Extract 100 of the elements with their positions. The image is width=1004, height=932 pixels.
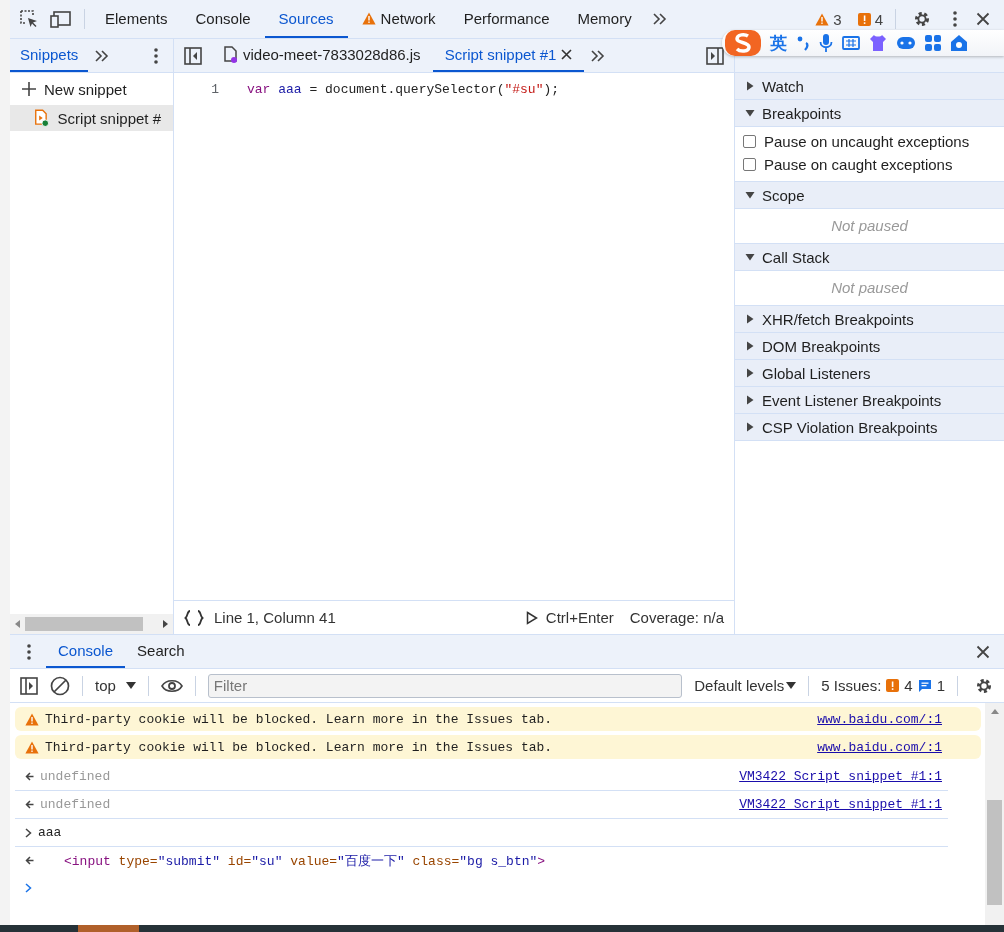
warning-icon (815, 12, 830, 26)
more-icon[interactable] (952, 10, 958, 28)
inspect-icon (20, 10, 38, 28)
error-count: 4 (874, 10, 883, 28)
panel-tab[interactable]: Network (347, 0, 450, 38)
close-icon[interactable] (976, 12, 990, 26)
clear-icon[interactable] (50, 675, 70, 696)
sidebar-toggle-icon[interactable] (20, 676, 38, 695)
punctuation-icon[interactable] (796, 35, 810, 51)
gamepad-icon[interactable] (896, 35, 916, 51)
sidebar-toggle-icon[interactable] (184, 46, 202, 65)
keyboard-icon[interactable] (842, 35, 860, 51)
panel-tab[interactable]: Memory (563, 0, 646, 38)
new-snippet-button[interactable]: New snippet (10, 73, 173, 105)
device-icon (50, 10, 72, 28)
result-value: undefined (40, 797, 111, 812)
file-icon (224, 46, 238, 63)
error-icon (857, 12, 871, 26)
file-tab[interactable]: video-meet-7833028d86.js (212, 39, 433, 72)
panel-tab[interactable]: Console (181, 0, 265, 38)
result-arrow-icon (25, 772, 34, 781)
coverage-label: Coverage: n/a (629, 609, 724, 626)
collapsed-triangle-icon[interactable] (745, 422, 755, 432)
close-icon[interactable] (561, 49, 573, 60)
checkbox-label: Pause on uncaught exceptions (764, 133, 970, 150)
warning-message: Third-party cookie will be blocked. Learn more in the Issues tab. (45, 711, 554, 727)
shirt-icon[interactable] (869, 34, 887, 52)
microphone-icon[interactable] (819, 33, 833, 53)
expanded-triangle-icon[interactable] (745, 190, 755, 200)
drawer-tab[interactable]: Console (46, 635, 126, 668)
expanded-triangle-icon[interactable] (745, 252, 755, 262)
scroll-right-icon[interactable] (162, 619, 170, 629)
caret-icon (786, 681, 797, 690)
snippet-file-icon (34, 108, 50, 128)
cursor-position: Line 1, Column 41 (214, 609, 336, 626)
collapsed-triangle-icon[interactable] (745, 368, 755, 378)
scroll-up-icon[interactable] (989, 707, 1000, 715)
eye-icon[interactable] (160, 678, 183, 693)
filter-field[interactable]: Filter (207, 673, 683, 698)
result-arrow-icon (25, 856, 34, 865)
more-tabs-icon[interactable] (94, 48, 111, 63)
section-header[interactable]: Call Stack (735, 244, 1004, 271)
source-link[interactable]: VM3422 Script snippet #1:1 (739, 769, 942, 784)
source-link[interactable]: www.baidu.com/:1 (817, 711, 942, 727)
close-icon[interactable] (976, 644, 990, 659)
line-number: 1 (210, 82, 220, 97)
warning-count: 3 (833, 10, 842, 28)
more-tabs-icon[interactable] (651, 12, 668, 26)
section-header[interactable]: Breakpoints (735, 100, 1004, 127)
source-link[interactable]: www.baidu.com/:1 (817, 739, 942, 755)
house-icon[interactable] (950, 34, 968, 52)
prompt-icon (25, 882, 32, 893)
source-link[interactable]: VM3422 Script snippet #1:1 (739, 797, 942, 812)
collapsed-triangle-icon[interactable] (745, 81, 755, 91)
context-dropdown[interactable]: top (89, 677, 142, 694)
section-header[interactable]: Global Listeners (735, 360, 1004, 387)
error-icon (886, 679, 900, 692)
panel-tab[interactable]: Elements (91, 0, 182, 38)
input-chevron-icon (25, 827, 32, 838)
checkbox[interactable] (743, 135, 756, 148)
message-icon (917, 679, 932, 692)
scroll-left-icon[interactable] (13, 619, 21, 629)
more-icon[interactable] (26, 642, 32, 661)
settings-icon[interactable] (912, 9, 932, 29)
drawer-tab[interactable]: Search (125, 635, 197, 668)
section-header[interactable]: Watch (735, 73, 1004, 100)
element-node[interactable]: <input type="submit" id="su" value="百度一下" class="bg s_btn"> (64, 853, 546, 869)
levels-dropdown[interactable]: Default levels (688, 677, 803, 694)
grid-icon[interactable] (925, 35, 941, 51)
section-header[interactable]: Scope (735, 182, 1004, 209)
section-header[interactable]: DOM Breakpoints (735, 333, 1004, 360)
section-header[interactable]: XHR/fetch Breakpoints (735, 306, 1004, 333)
ime-logo-icon (725, 29, 761, 57)
scrollbar-thumb[interactable] (25, 617, 143, 631)
collapsed-triangle-icon[interactable] (745, 314, 755, 324)
braces-icon (184, 609, 204, 626)
scrollbar-thumb[interactable] (987, 800, 1002, 905)
more-icon[interactable] (153, 46, 159, 65)
sidebar-toggle-icon[interactable] (706, 46, 724, 65)
run-button[interactable]: Ctrl+Enter (525, 601, 614, 634)
checkbox-label: Pause on caught exceptions (764, 156, 953, 173)
more-tabs-icon[interactable] (590, 48, 607, 63)
input-mode-label[interactable]: 英 (770, 31, 787, 55)
collapsed-triangle-icon[interactable] (745, 341, 755, 351)
caret-icon (125, 681, 136, 690)
checkbox[interactable] (743, 158, 756, 171)
section-header[interactable]: CSP Violation Breakpoints (735, 414, 1004, 441)
warning-icon (25, 712, 39, 726)
collapsed-triangle-icon[interactable] (745, 395, 755, 405)
warning-icon (25, 740, 39, 754)
section-header[interactable]: Event Listener Breakpoints (735, 387, 1004, 414)
issues-button[interactable]: 5 Issues: 4 1 (815, 677, 951, 694)
code-line: var aaa = document.querySelector("#su"); (247, 82, 560, 97)
warning-icon (361, 11, 376, 25)
expanded-triangle-icon[interactable] (745, 108, 755, 118)
play-icon (525, 610, 538, 625)
snippet-item[interactable]: Script snippet # (10, 105, 173, 131)
console-input-text: aaa (38, 825, 62, 840)
panel-tab[interactable]: Performance (449, 0, 564, 38)
file-tab[interactable]: Script snippet #1 (432, 39, 585, 72)
